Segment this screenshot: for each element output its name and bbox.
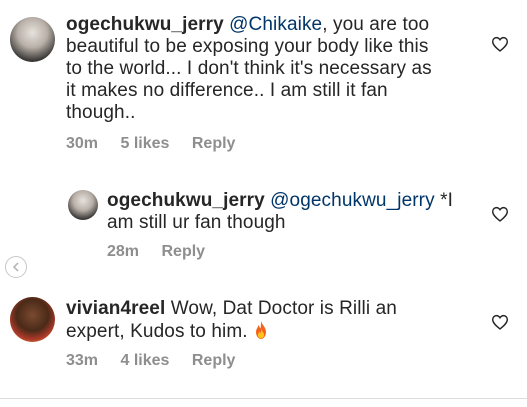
comment-username[interactable]: ogechukwu_jerry <box>107 190 265 211</box>
comment-time: 28m <box>107 243 140 260</box>
comment-text-line2: am still ur fan though <box>107 212 286 233</box>
reply-button[interactable]: Reply <box>192 135 236 153</box>
comment-likes[interactable]: 4 likes <box>120 352 169 370</box>
comment-text-line5: though.. <box>66 102 136 123</box>
comment-username[interactable]: ogechukwu_jerry <box>66 14 224 35</box>
reply-button[interactable]: Reply <box>192 352 236 370</box>
comment-mention[interactable]: @ogechukwu_jerry <box>270 190 435 211</box>
avatar[interactable] <box>10 297 55 342</box>
avatar[interactable] <box>68 190 98 220</box>
comment-time: 33m <box>66 352 99 369</box>
comment-text-line2: expert, Kudos to him. <box>66 321 254 342</box>
reply-button[interactable]: Reply <box>161 243 205 261</box>
comment-meta: 28m Reply <box>107 243 223 261</box>
comment-text: ogechukwu_jerry @Chikaike, you are too b… <box>66 14 486 124</box>
comment-text-line4: it makes no difference.. I am still it f… <box>66 80 388 101</box>
comment-text-line2: beautiful to be exposing your body like … <box>66 36 429 57</box>
fire-icon <box>253 320 269 340</box>
comment-username[interactable]: vivian4reel <box>66 298 165 319</box>
comment-text-line3: to the world... I don't think it's neces… <box>66 58 432 79</box>
comment-text: vivian4reel Wow, Dat Doctor is Rilli an … <box>66 298 486 343</box>
comment-likes[interactable]: 5 likes <box>120 135 169 153</box>
heart-outline-icon[interactable] <box>491 36 509 52</box>
comment-text: ogechukwu_jerry @ogechukwu_jerry *I am s… <box>107 190 487 234</box>
avatar[interactable] <box>10 17 55 62</box>
heart-outline-icon[interactable] <box>491 314 509 330</box>
comment-meta: 33m 4 likes Reply <box>66 352 253 370</box>
divider <box>0 398 527 399</box>
heart-outline-icon[interactable] <box>491 206 509 222</box>
comment-text-line1: *I <box>434 190 453 211</box>
comment-mention[interactable]: @Chikaike <box>229 14 322 35</box>
comment-meta: 30m 5 likes Reply <box>66 135 253 153</box>
comment-text-line1: , you are too <box>322 14 430 35</box>
chevron-left-icon[interactable] <box>5 256 27 278</box>
comment-text-line1: Wow, Dat Doctor is Rilli an <box>165 298 397 319</box>
comment-time: 30m <box>66 135 99 152</box>
